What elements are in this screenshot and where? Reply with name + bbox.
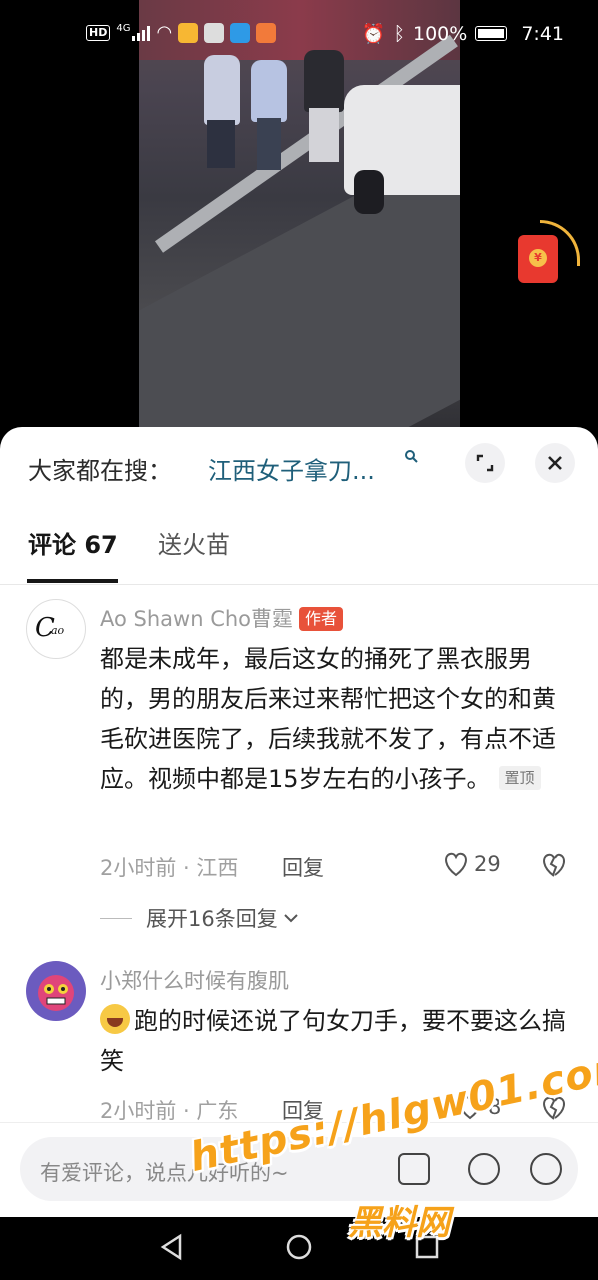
close-icon	[548, 456, 562, 470]
like-button[interactable]: 29	[442, 851, 501, 877]
broken-heart-icon	[543, 853, 565, 877]
search-term-link[interactable]: 江西女子拿刀...	[208, 451, 375, 486]
video-car-wheel	[354, 170, 384, 214]
comment-meta: 2小时前 · 广东	[100, 1099, 239, 1123]
tab-send-flame[interactable]: 送火苗	[158, 525, 230, 560]
video-person-legs	[207, 120, 235, 168]
back-icon[interactable]	[158, 1233, 186, 1261]
cao-logo-icon: C ao	[35, 613, 65, 643]
avatar[interactable]: C ao	[26, 599, 86, 659]
cartoon-avatar-icon	[38, 975, 74, 1011]
image-icon[interactable]	[398, 1153, 430, 1185]
search-prefix: 大家都在搜：	[28, 457, 172, 485]
status-bar: HD 4G ◠ ⏰ ᛒ 100% 7:41	[0, 0, 598, 70]
comment-body: 跑的时候还说了句女刀手，要不要这么搞笑	[100, 1007, 566, 1075]
comment-text[interactable]: 都是未成年，最后这女的捅死了黑衣服男的，男的朋友后来过来帮忙把这个女的和黄毛砍进…	[100, 639, 570, 799]
video-person-legs	[257, 118, 281, 170]
chevron-down-icon	[284, 914, 298, 923]
network-type: 4G	[116, 23, 131, 34]
expand-button[interactable]	[465, 443, 505, 483]
avatar[interactable]	[26, 961, 86, 1021]
expand-divider	[100, 917, 132, 919]
comment-author-name[interactable]: 小郑什么时候有腹肌	[100, 965, 289, 995]
alarm-icon: ⏰	[361, 23, 386, 45]
close-button[interactable]	[535, 443, 575, 483]
red-packet-coin-icon: ¥	[529, 249, 547, 267]
weibo-app-icon	[178, 22, 199, 43]
screen: { "status_bar": { "network_badge": "HD",…	[0, 0, 598, 1280]
film-app-icon	[204, 22, 225, 43]
red-packet-button[interactable]: ¥	[518, 235, 558, 283]
comment-tabs: 评论 67 送火苗	[0, 513, 598, 585]
expand-icon	[476, 454, 494, 472]
laughing-emoji-icon	[100, 1004, 130, 1034]
expand-replies-label: 展开16条回复	[146, 907, 278, 931]
pinned-badge: 置顶	[498, 766, 541, 790]
heart-icon	[445, 852, 467, 877]
signal-icon	[132, 25, 151, 41]
clock: 7:41	[521, 22, 564, 45]
at-mention-icon[interactable]	[468, 1153, 500, 1185]
social-app-icon	[256, 22, 277, 43]
home-icon[interactable]	[285, 1233, 313, 1261]
watermark-name: 黑料网	[348, 1203, 450, 1243]
system-nav-bar	[0, 1217, 598, 1280]
battery-icon	[475, 26, 508, 41]
search-icon	[404, 449, 418, 467]
comment-item: C ao Ao Shawn Cho曹霆 作者 都是未成年，最后这女的捅死了黑衣服男…	[0, 597, 598, 937]
comment-author: Ao Shawn Cho曹霆 作者	[100, 603, 344, 633]
author-tag: 作者	[299, 607, 344, 631]
search-app-icon	[230, 22, 251, 43]
active-tab-indicator	[27, 579, 118, 583]
comment-author-name[interactable]: Ao Shawn Cho曹霆	[100, 607, 293, 631]
expand-replies-button[interactable]: 展开16条回复	[100, 903, 300, 933]
tab-comments[interactable]: 评论 67	[28, 525, 118, 560]
search-suggestion-row[interactable]: 大家都在搜： 江西女子拿刀...	[0, 427, 598, 499]
comment-meta: 2小时前 · 江西	[100, 856, 239, 880]
dislike-button[interactable]	[540, 852, 568, 880]
emoji-icon[interactable]	[530, 1153, 562, 1185]
like-count: 29	[474, 852, 501, 876]
video-person-legs	[309, 108, 339, 162]
wifi-icon: ◠	[156, 22, 173, 43]
battery-percent: 100%	[413, 22, 468, 45]
hd-badge: HD	[86, 24, 111, 41]
bluetooth-icon: ᛒ	[393, 22, 405, 45]
reply-button[interactable]: 回复	[282, 852, 324, 882]
comment-body: 都是未成年，最后这女的捅死了黑衣服男的，男的朋友后来过来帮忙把这个女的和黄毛砍进…	[100, 645, 556, 793]
svg-text:ao: ao	[51, 624, 65, 637]
